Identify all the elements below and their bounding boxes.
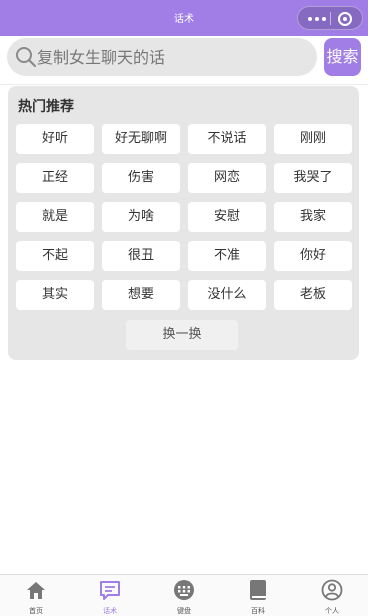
hot-tag[interactable]: 不起 bbox=[16, 241, 94, 271]
hot-tag[interactable]: 正经 bbox=[16, 163, 94, 193]
hot-tag[interactable]: 没什么 bbox=[188, 280, 266, 310]
hot-tag[interactable]: 网恋 bbox=[188, 163, 266, 193]
search-box bbox=[7, 38, 317, 76]
tab-profile[interactable]: 个人 bbox=[302, 577, 362, 616]
hot-tag[interactable]: 想要 bbox=[102, 280, 180, 310]
tab-label: 百科 bbox=[251, 607, 265, 615]
hot-tag[interactable]: 你好 bbox=[274, 241, 352, 271]
keyboard-icon bbox=[174, 580, 194, 600]
tab-label: 键盘 bbox=[177, 607, 191, 615]
tab-keyboard[interactable]: 键盘 bbox=[154, 577, 214, 616]
search-input[interactable] bbox=[37, 42, 307, 72]
hot-recommend-panel: 热门推荐 好听 好无聊啊 不说话 刚刚 正经 伤害 网恋 我哭了 就是 为啥 安… bbox=[8, 86, 359, 360]
hot-tag[interactable]: 为啥 bbox=[102, 202, 180, 232]
search-icon bbox=[16, 47, 37, 68]
tab-label: 个人 bbox=[325, 607, 339, 615]
hot-tag[interactable]: 伤害 bbox=[102, 163, 180, 193]
hot-tag[interactable]: 不说话 bbox=[188, 124, 266, 154]
tab-script[interactable]: 话术 bbox=[80, 577, 140, 616]
refresh-button[interactable]: 换一换 bbox=[126, 320, 238, 350]
user-icon bbox=[321, 579, 343, 601]
hot-tag[interactable]: 不准 bbox=[188, 241, 266, 271]
capsule-divider bbox=[330, 12, 331, 25]
panel-title: 热门推荐 bbox=[18, 99, 74, 115]
close-miniprogram-icon[interactable] bbox=[338, 12, 352, 26]
app: 话术 搜索 热门推荐 好听 好无聊啊 不说话 刚刚 正经 伤害 网恋 我哭了 就… bbox=[0, 0, 368, 616]
hot-tag[interactable]: 我家 bbox=[274, 202, 352, 232]
tab-encyclopedia[interactable]: 百科 bbox=[228, 577, 288, 616]
hot-tag[interactable]: 刚刚 bbox=[274, 124, 352, 154]
divider bbox=[0, 84, 368, 85]
book-icon bbox=[250, 580, 266, 600]
hot-tag[interactable]: 就是 bbox=[16, 202, 94, 232]
tab-bar: 首页 话术 键盘 百科 个人 bbox=[0, 574, 368, 616]
tab-home[interactable]: 首页 bbox=[6, 577, 66, 616]
hot-tag[interactable]: 很丑 bbox=[102, 241, 180, 271]
tab-label: 首页 bbox=[29, 607, 43, 615]
hot-tag[interactable]: 老板 bbox=[274, 280, 352, 310]
hot-tag[interactable]: 安慰 bbox=[188, 202, 266, 232]
hot-tag[interactable]: 好无聊啊 bbox=[102, 124, 180, 154]
home-icon bbox=[27, 582, 45, 599]
search-button[interactable]: 搜索 bbox=[324, 38, 361, 76]
chat-icon bbox=[100, 581, 120, 600]
title-bar: 话术 bbox=[0, 0, 368, 36]
tab-label: 话术 bbox=[103, 607, 117, 615]
more-menu-icon[interactable] bbox=[306, 11, 330, 27]
hot-tag[interactable]: 好听 bbox=[16, 124, 94, 154]
hot-tag[interactable]: 其实 bbox=[16, 280, 94, 310]
miniprogram-capsule bbox=[297, 6, 363, 30]
hot-tag[interactable]: 我哭了 bbox=[274, 163, 352, 193]
